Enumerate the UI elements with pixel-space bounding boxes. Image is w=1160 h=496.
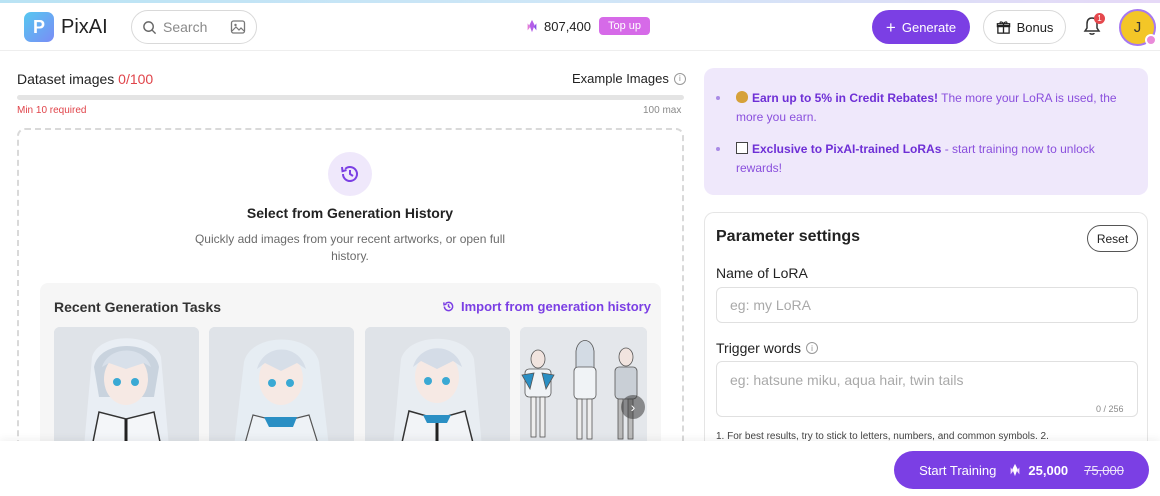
promo-item-rebate: Earn up to 5% in Credit Rebates! The mor… — [736, 89, 1136, 127]
image-search-icon[interactable] — [230, 19, 246, 35]
anime-portrait-image — [54, 327, 199, 447]
promo-item-exclusive: Exclusive to PixAI-trained LoRAs - start… — [736, 140, 1136, 178]
dataset-count: 0/100 — [118, 71, 154, 87]
select-history-title: Select from Generation History — [246, 205, 454, 221]
recent-tasks-title: Recent Generation Tasks — [54, 299, 222, 315]
reset-button[interactable]: Reset — [1087, 225, 1138, 252]
start-training-label: Start Training — [919, 462, 997, 478]
generate-label: Generate — [901, 19, 957, 35]
promo-item-rebate-bold: Earn up to 5% in Credit Rebates! — [752, 91, 939, 105]
history-icon — [341, 166, 358, 182]
notification-badge: 1 — [1094, 13, 1105, 24]
anime-portrait-image — [365, 327, 510, 447]
trigger-words-placeholder: eg: hatsune miku, aqua hair, twin tails — [730, 372, 964, 388]
trigger-words-counter: 0 / 256 — [1096, 404, 1124, 414]
lora-name-label: Name of LoRA — [716, 265, 808, 281]
money-bag-icon — [736, 91, 748, 103]
generation-thumbnail[interactable] — [520, 327, 647, 447]
gift-icon — [996, 20, 1010, 34]
search-input[interactable]: Search — [163, 19, 230, 35]
generate-button[interactable]: + Generate — [872, 10, 970, 44]
generation-thumbnail[interactable] — [365, 327, 510, 447]
parameter-settings-title: Parameter settings — [716, 228, 861, 245]
user-avatar[interactable]: J — [1119, 9, 1157, 46]
avatar-status-icon — [1145, 34, 1157, 46]
training-old-price: 75,000 — [1084, 462, 1124, 478]
avatar-initial: J — [1133, 19, 1142, 36]
info-icon[interactable]: i — [673, 72, 686, 85]
example-images-link[interactable]: Example Images i — [572, 71, 686, 86]
generation-thumbnail[interactable] — [54, 327, 199, 447]
history-button[interactable] — [328, 152, 372, 196]
search-icon — [143, 20, 157, 34]
dataset-progress-bar — [17, 95, 684, 100]
credit-amount: 807,400 — [544, 18, 591, 34]
lora-name-placeholder: eg: my LoRA — [730, 297, 811, 313]
training-price: 25,000 — [1028, 462, 1069, 478]
credit-icon — [1011, 463, 1020, 477]
brand-name: PixAI — [61, 15, 108, 38]
bullet-icon — [716, 147, 720, 151]
import-history-label: Import from generation history — [461, 299, 651, 314]
lora-name-label-text: Name of LoRA — [716, 265, 808, 281]
notifications-button[interactable]: 1 — [1082, 13, 1105, 41]
credit-icon — [527, 19, 537, 33]
promo-item-exclusive-bold: Exclusive to PixAI-trained LoRAs — [752, 142, 942, 156]
plus-icon: + — [885, 17, 896, 37]
header: P PixAI Search 807,400 Top up + Generate… — [0, 3, 1160, 51]
trigger-words-label-text: Trigger words — [716, 340, 802, 356]
bonus-button[interactable]: Bonus — [983, 10, 1066, 44]
generation-thumbnail[interactable] — [209, 327, 354, 447]
bonus-label: Bonus — [1016, 19, 1054, 35]
pixai-logo-icon: P — [24, 12, 54, 42]
anime-character-sheet-image — [520, 327, 647, 447]
min-required-text: Min 10 required — [17, 105, 87, 116]
dataset-title-text: Dataset images — [17, 71, 115, 87]
import-history-link[interactable]: Import from generation history — [442, 299, 651, 314]
lora-name-input[interactable]: eg: my LoRA — [716, 287, 1138, 323]
credit-balance: 807,400 Top up — [525, 17, 651, 35]
info-icon[interactable]: i — [806, 342, 819, 354]
bullet-icon — [716, 96, 720, 100]
brand-logo[interactable]: P PixAI — [24, 12, 108, 42]
max-text: 100 max — [643, 105, 682, 116]
checklist-icon — [736, 142, 748, 154]
anime-portrait-image — [209, 327, 354, 447]
trigger-words-input[interactable]: eg: hatsune miku, aqua hair, twin tails — [716, 361, 1138, 417]
topup-button[interactable]: Top up — [599, 17, 651, 35]
search-bar[interactable]: Search — [131, 10, 257, 44]
select-history-desc: Quickly add images from your recent artw… — [194, 232, 506, 263]
trigger-words-label: Trigger words i — [716, 340, 819, 356]
example-images-label: Example Images — [572, 71, 669, 86]
carousel-next-icon[interactable]: › — [621, 395, 645, 419]
start-training-button[interactable]: Start Training 25,000 75,000 — [894, 451, 1149, 489]
history-icon — [443, 301, 454, 312]
dataset-title: Dataset images 0/100 — [17, 71, 153, 87]
